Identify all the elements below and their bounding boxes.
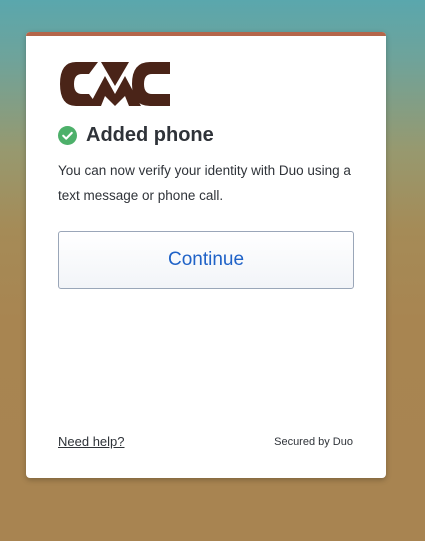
secured-by-duo-label: Secured by Duo [274, 436, 353, 448]
duo-prompt-card: Added phone You can now verify your iden… [26, 32, 386, 478]
cmc-logo-icon [60, 62, 170, 106]
status-heading-row: Added phone [58, 123, 214, 147]
check-circle-icon [58, 125, 77, 145]
need-help-link[interactable]: Need help? [58, 434, 125, 449]
page-title: Added phone [86, 124, 214, 146]
card-accent-bar [26, 32, 386, 36]
status-message: You can now verify your identity with Du… [58, 163, 351, 203]
continue-button[interactable]: Continue [58, 231, 354, 289]
